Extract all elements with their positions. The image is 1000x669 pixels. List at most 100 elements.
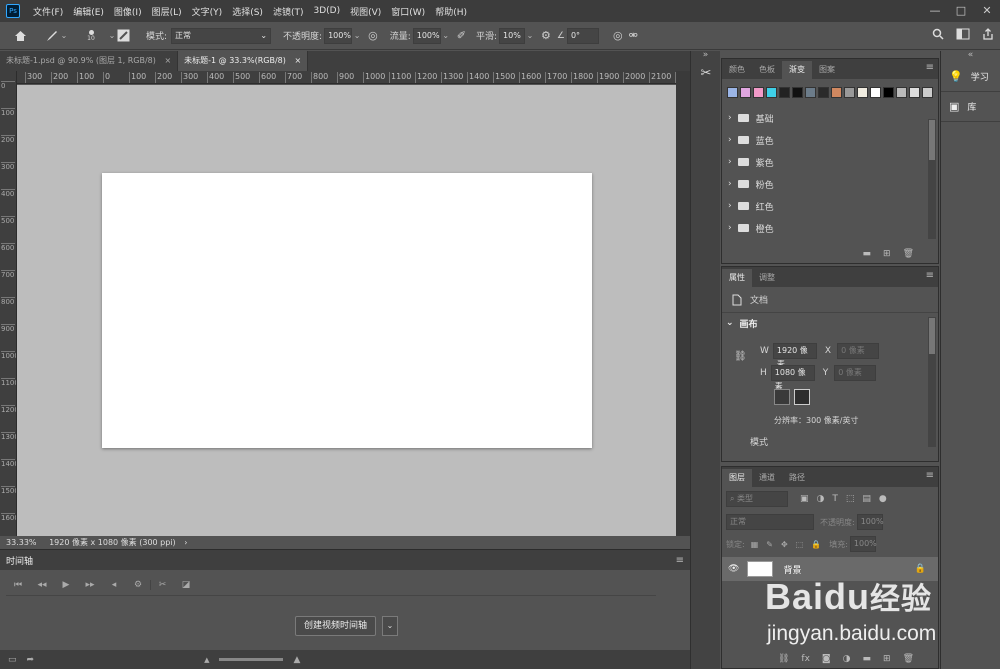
canvas-scrollbar[interactable]: [676, 71, 690, 536]
filter-toggle-icon[interactable]: ●: [879, 494, 887, 504]
new-group-icon[interactable]: ▬: [863, 249, 872, 259]
tab-document-1[interactable]: 未标题-1.psd @ 90.9% (图层 1, RGB/8) ×: [0, 51, 179, 71]
lock-artboard-icon[interactable]: ⬚: [796, 540, 804, 549]
gradient-swatch[interactable]: [909, 87, 920, 98]
fx-icon[interactable]: fx: [801, 654, 810, 664]
tab-patterns[interactable]: 图案: [812, 61, 842, 79]
gradient-group[interactable]: › 蓝色: [722, 129, 938, 151]
tab-channels[interactable]: 通道: [752, 469, 782, 487]
blend-mode-select[interactable]: 正常: [726, 514, 814, 530]
collapse-arrows-icon[interactable]: »: [691, 50, 720, 60]
gradient-swatch[interactable]: [818, 87, 829, 98]
y-input[interactable]: 0 像素: [834, 365, 877, 381]
libraries-button[interactable]: ▣ 库: [941, 92, 1000, 122]
gradient-swatch[interactable]: [831, 87, 842, 98]
brush-settings-toggle[interactable]: [117, 29, 130, 42]
gradient-swatch[interactable]: [766, 87, 777, 98]
canvas-section-header[interactable]: ⌄ 画布: [722, 313, 938, 333]
brush-tool-preset[interactable]: ⌄: [45, 29, 69, 43]
gradient-swatch[interactable]: [779, 87, 790, 98]
scissors-icon[interactable]: ✂: [696, 66, 716, 88]
symmetry-icon[interactable]: ⚮: [629, 29, 638, 42]
minimize-button[interactable]: —: [922, 0, 948, 22]
layer-row-background[interactable]: 👁 背景 🔒: [722, 557, 938, 581]
maximize-button[interactable]: □: [948, 0, 974, 22]
gradient-group[interactable]: › 基础: [722, 107, 938, 129]
home-button[interactable]: [14, 30, 27, 42]
timeline-zoom-slider[interactable]: [219, 658, 284, 661]
tab-properties[interactable]: 属性: [722, 269, 752, 287]
adjustment-layer-icon[interactable]: ◑: [843, 654, 851, 664]
lock-all-icon[interactable]: 🔒: [811, 540, 821, 549]
lock-image-icon[interactable]: ✎: [766, 540, 773, 549]
new-layer-icon[interactable]: ⊞: [883, 654, 891, 664]
gear-icon[interactable]: ⚙: [541, 29, 551, 42]
tab-color[interactable]: 颜色: [722, 61, 752, 79]
pressure-opacity-icon[interactable]: ◎: [368, 29, 378, 42]
scrollbar[interactable]: [928, 317, 936, 447]
menu-layer[interactable]: 图层(L): [147, 5, 187, 18]
workspace-icon[interactable]: [956, 28, 970, 40]
filter-shape-icon[interactable]: ⬚: [846, 494, 855, 504]
filter-type-icon[interactable]: T: [832, 494, 838, 504]
gradient-swatch[interactable]: [896, 87, 907, 98]
filter-pixel-icon[interactable]: ▣: [800, 494, 809, 504]
mode-select[interactable]: 正常 ⌄: [171, 27, 272, 44]
brush-size-picker[interactable]: 10: [81, 29, 101, 42]
panel-menu-icon[interactable]: ≡: [926, 270, 934, 281]
gradient-swatch[interactable]: [922, 87, 933, 98]
height-input[interactable]: 1080 像素: [770, 365, 815, 391]
gradient-group[interactable]: › 紫色: [722, 151, 938, 173]
audio-icon[interactable]: ◂: [102, 580, 126, 590]
transition-icon[interactable]: ◪: [174, 580, 198, 590]
chevron-down-icon[interactable]: ⌄: [441, 31, 451, 40]
menu-select[interactable]: 选择(S): [227, 5, 268, 18]
link-layers-icon[interactable]: ⛓: [778, 654, 789, 664]
convert-frames-icon[interactable]: ▭: [8, 655, 17, 665]
menu-type[interactable]: 文字(Y): [187, 5, 228, 18]
filter-smartobject-icon[interactable]: ▤: [862, 494, 871, 504]
layer-name[interactable]: 背景: [783, 563, 801, 576]
angle-input[interactable]: 0°: [566, 27, 599, 44]
tab-paths[interactable]: 路径: [782, 469, 812, 487]
portrait-orientation-icon[interactable]: [774, 389, 790, 405]
width-input[interactable]: 1920 像素: [772, 343, 817, 369]
menu-view[interactable]: 视图(V): [345, 5, 386, 18]
tab-swatches[interactable]: 色板: [752, 61, 782, 79]
horizontal-ruler[interactable]: 300 200 100 0 100 200 300 400 500 600 700 800 900 100…: [17, 71, 676, 84]
airbrush-icon[interactable]: ✐: [457, 29, 466, 42]
collapse-arrows-icon[interactable]: «: [941, 50, 1000, 62]
panel-menu-icon[interactable]: ≡: [676, 555, 684, 566]
panel-menu-icon[interactable]: ≡: [926, 62, 934, 73]
document-canvas[interactable]: [102, 173, 592, 448]
trash-icon[interactable]: 🗑: [903, 249, 914, 259]
chevron-down-icon[interactable]: ⌄: [352, 31, 362, 40]
chevron-down-icon[interactable]: ⌄: [107, 31, 117, 40]
gradient-swatch[interactable]: [857, 87, 868, 98]
gradient-group[interactable]: › 橙色: [722, 217, 938, 239]
gradient-group[interactable]: › 红色: [722, 195, 938, 217]
gradient-swatch[interactable]: [727, 87, 738, 98]
zoom-in-icon[interactable]: ▲: [293, 655, 300, 665]
next-frame-icon[interactable]: ▸▸: [78, 580, 102, 590]
link-icon[interactable]: ⛓: [734, 351, 747, 362]
new-group-icon[interactable]: ▬: [863, 654, 872, 664]
zoom-level[interactable]: 33.33%: [6, 538, 37, 547]
smoothing-input[interactable]: 10%: [499, 27, 526, 44]
filter-adjustment-icon[interactable]: ◑: [817, 494, 825, 504]
x-input[interactable]: 0 像素: [837, 343, 880, 359]
scissors-icon[interactable]: ✂: [150, 579, 174, 590]
opacity-input[interactable]: 100%: [324, 27, 353, 44]
layer-filter-select[interactable]: ⌕ 类型: [726, 491, 788, 507]
new-gradient-icon[interactable]: ⊞: [883, 249, 891, 259]
status-menu-arrow[interactable]: ›: [184, 538, 187, 547]
panel-menu-icon[interactable]: ≡: [926, 470, 934, 481]
play-icon[interactable]: ▶: [54, 580, 78, 590]
previous-frame-icon[interactable]: ◂◂: [30, 580, 54, 590]
layer-opacity-input[interactable]: 100%: [856, 514, 884, 530]
pressure-size-icon[interactable]: ◎: [613, 29, 623, 42]
fill-input[interactable]: 100%: [849, 536, 877, 552]
gradient-swatch[interactable]: [753, 87, 764, 98]
menu-image[interactable]: 图像(I): [109, 5, 147, 18]
gradient-group[interactable]: › 粉色: [722, 173, 938, 195]
